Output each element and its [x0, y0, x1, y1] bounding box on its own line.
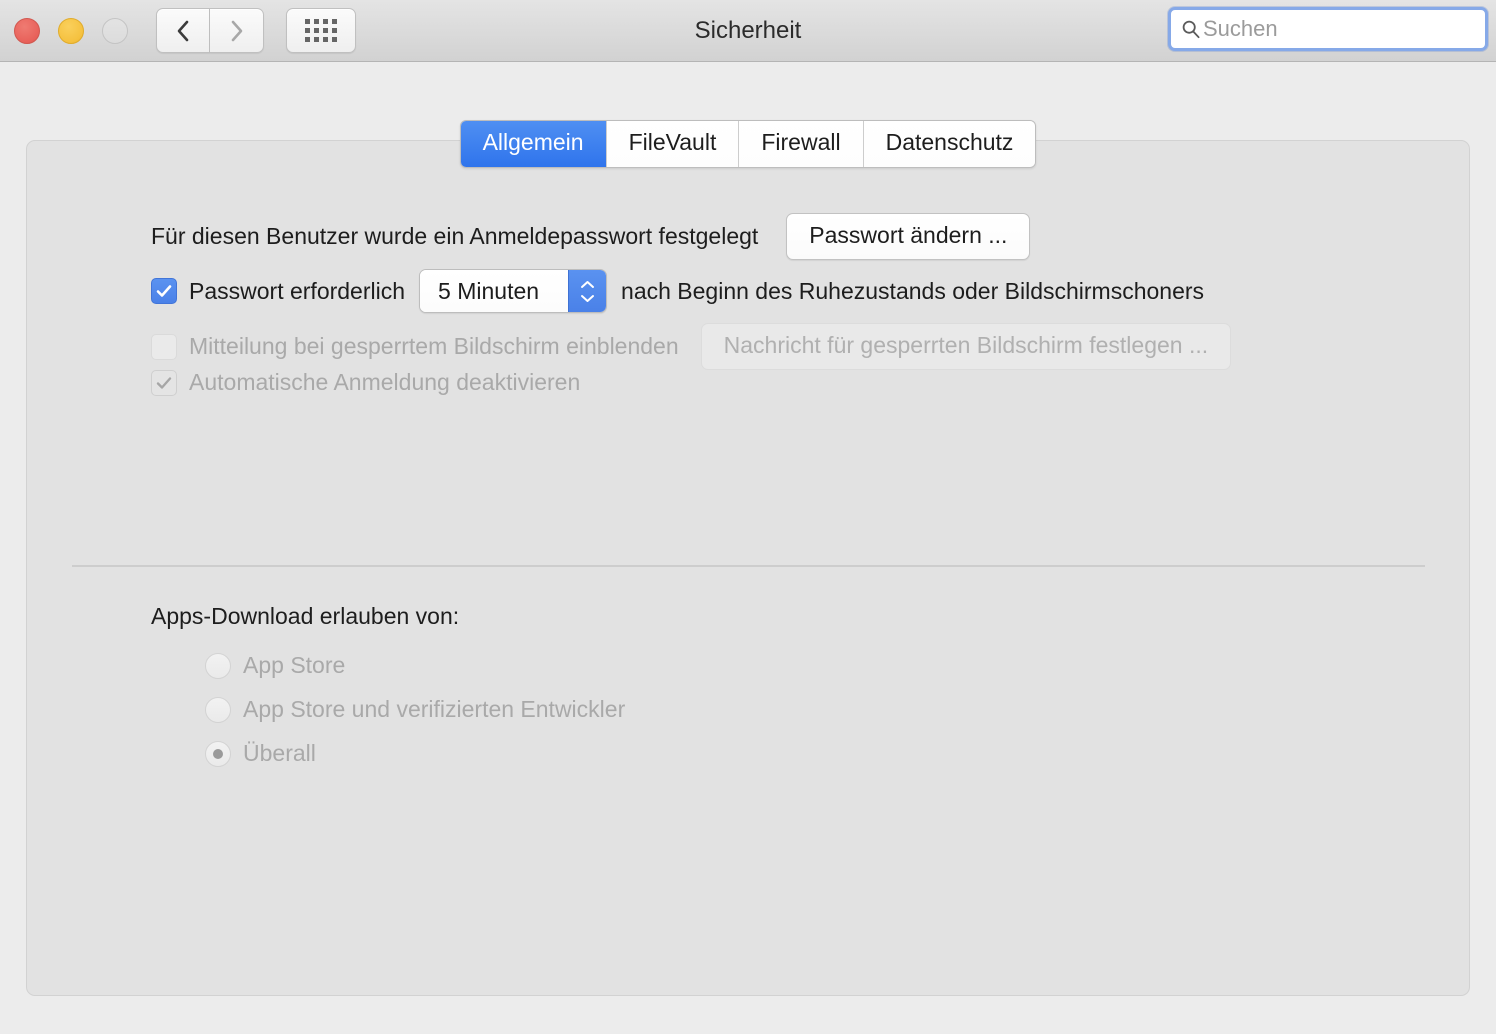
close-window-button[interactable]	[14, 17, 40, 44]
password-delay-value[interactable]: 5 Minuten	[420, 270, 569, 312]
tab-bar: Allgemein FileVault Firewall Datenschutz	[0, 120, 1496, 168]
radio-row-anywhere: Überall	[205, 740, 316, 767]
login-password-row: Für diesen Benutzer wurde ein Anmeldepas…	[151, 213, 1031, 260]
require-password-checkbox[interactable]	[151, 278, 177, 304]
login-password-label: Für diesen Benutzer wurde ein Anmeldepas…	[151, 223, 759, 249]
tab-filevault[interactable]: FileVault	[606, 121, 740, 167]
checkmark-icon	[156, 376, 172, 389]
checkmark-icon	[156, 285, 172, 297]
show-all-grid-icon	[305, 19, 337, 42]
back-button[interactable]	[156, 8, 210, 53]
chevron-down-icon[interactable]	[579, 293, 596, 304]
anywhere-radio	[205, 740, 231, 767]
search-input[interactable]	[1203, 16, 1475, 42]
app-store-identified-developers-radio	[205, 696, 231, 723]
app-store-radio-label: App Store	[243, 652, 346, 678]
radio-row-app-store: App Store	[205, 652, 345, 679]
chevron-left-icon	[177, 20, 189, 41]
navigation-button-group	[156, 8, 264, 53]
app-download-heading: Apps-Download erlauben von:	[151, 603, 460, 629]
password-delay-combobox[interactable]: 5 Minuten	[419, 269, 608, 313]
search-field[interactable]	[1168, 7, 1488, 51]
disable-auto-login-row: Automatische Anmeldung deaktivieren	[151, 369, 580, 396]
lock-message-row: Mitteilung bei gesperrtem Bildschirm ein…	[151, 323, 1232, 370]
lock-message-label: Mitteilung bei gesperrtem Bildschirm ein…	[189, 333, 679, 359]
radio-selected-dot	[213, 748, 223, 759]
traffic-light-group	[14, 17, 128, 44]
tab-allgemein[interactable]: Allgemein	[460, 121, 607, 167]
app-store-radio	[205, 652, 231, 679]
require-password-trailing-label: nach Beginn des Ruhezustands oder Bildsc…	[621, 277, 1205, 304]
minimize-window-button[interactable]	[58, 17, 84, 44]
tab-datenschutz[interactable]: Datenschutz	[863, 121, 1036, 167]
set-lock-message-button: Nachricht für gesperrten Bildschirm fest…	[700, 323, 1232, 370]
chevron-up-icon[interactable]	[579, 279, 596, 290]
app-store-identified-developers-radio-label: App Store und verifizierten Entwickler	[243, 696, 626, 722]
chevron-right-icon	[231, 20, 242, 41]
disable-auto-login-checkbox	[151, 369, 177, 396]
window-titlebar: Sicherheit	[0, 0, 1496, 62]
preferences-panel: Für diesen Benutzer wurde ein Anmeldepas…	[26, 140, 1470, 996]
search-icon	[1182, 20, 1200, 39]
app-download-heading-row: Apps-Download erlauben von:	[151, 603, 459, 630]
lock-message-checkbox	[151, 333, 177, 360]
radio-row-app-store-identified-developers: App Store und verifizierten Entwickler	[205, 696, 625, 723]
section-divider	[72, 565, 1425, 567]
disable-auto-login-label: Automatische Anmeldung deaktivieren	[189, 369, 581, 395]
change-password-button[interactable]: Passwort ändern ...	[786, 213, 1031, 260]
zoom-window-button	[102, 17, 128, 44]
password-delay-stepper[interactable]	[568, 270, 607, 312]
require-password-label: Passwort erforderlich	[189, 277, 406, 304]
require-password-row: Passwort erforderlich 5 Minuten nach Beg…	[151, 269, 1204, 313]
show-all-button[interactable]	[286, 8, 356, 53]
forward-button[interactable]	[210, 8, 264, 53]
tab-firewall[interactable]: Firewall	[739, 121, 864, 167]
anywhere-radio-label: Überall	[243, 740, 316, 766]
